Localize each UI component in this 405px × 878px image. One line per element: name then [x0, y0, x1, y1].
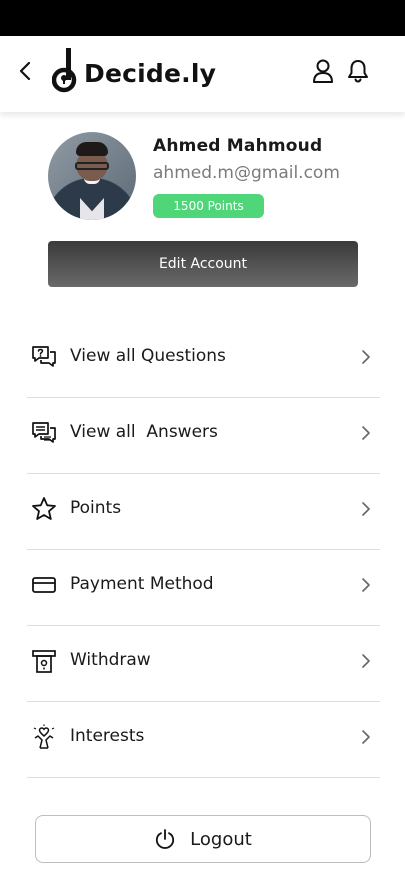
chevron-right-icon — [362, 502, 370, 516]
menu-item-label: Withdraw — [70, 650, 151, 670]
heart-hand-icon — [33, 724, 55, 749]
notifications-button[interactable] — [346, 58, 370, 84]
menu-item-payment-method[interactable]: Payment Method — [27, 550, 380, 626]
avatar[interactable] — [48, 132, 136, 220]
profile-button[interactable] — [312, 58, 334, 84]
menu-item-points[interactable]: Points — [27, 474, 380, 550]
chevron-right-icon — [362, 426, 370, 440]
points-badge: 1500 Points — [153, 194, 264, 218]
user-name: Ahmed Mahmoud — [153, 136, 323, 156]
edit-account-button[interactable]: Edit Account — [48, 241, 358, 287]
status-bar — [0, 0, 405, 36]
menu-item-answers[interactable]: View all Answers — [27, 398, 380, 474]
menu-item-withdraw[interactable]: Withdraw — [27, 626, 380, 702]
user-email: ahmed.m@gmail.com — [153, 163, 340, 183]
user-icon — [313, 59, 333, 83]
app-header: Decide.ly — [0, 36, 405, 112]
chevron-right-icon — [362, 730, 370, 744]
menu-item-label: Interests — [70, 726, 145, 746]
brand-logo: Decide.ly — [52, 44, 216, 94]
card-icon — [32, 577, 56, 593]
profile-menu: View all Questions View all Answers Poin… — [27, 322, 380, 778]
menu-item-label: Payment Method — [70, 574, 214, 594]
power-icon — [156, 829, 175, 849]
bell-icon — [348, 60, 368, 83]
atm-withdraw-icon — [32, 650, 56, 673]
menu-item-label: Points — [70, 498, 122, 518]
star-icon — [32, 497, 56, 520]
logo-mark-icon — [52, 48, 77, 93]
menu-item-questions[interactable]: View all Questions — [27, 322, 380, 398]
brand-name: Decide.ly — [84, 59, 217, 88]
chevron-right-icon — [362, 654, 370, 668]
chevron-right-icon — [362, 350, 370, 364]
back-button[interactable] — [14, 58, 36, 84]
chevron-left-icon — [19, 61, 31, 81]
menu-item-interests[interactable]: Interests — [27, 702, 380, 778]
menu-item-label: View all Answers — [70, 422, 218, 442]
logout-label: Logout — [190, 828, 252, 850]
chevron-right-icon — [362, 578, 370, 592]
logout-button[interactable]: Logout — [35, 815, 371, 863]
question-chat-icon — [32, 346, 56, 367]
answer-chat-icon — [32, 422, 56, 443]
menu-item-label: View all Questions — [70, 346, 226, 366]
